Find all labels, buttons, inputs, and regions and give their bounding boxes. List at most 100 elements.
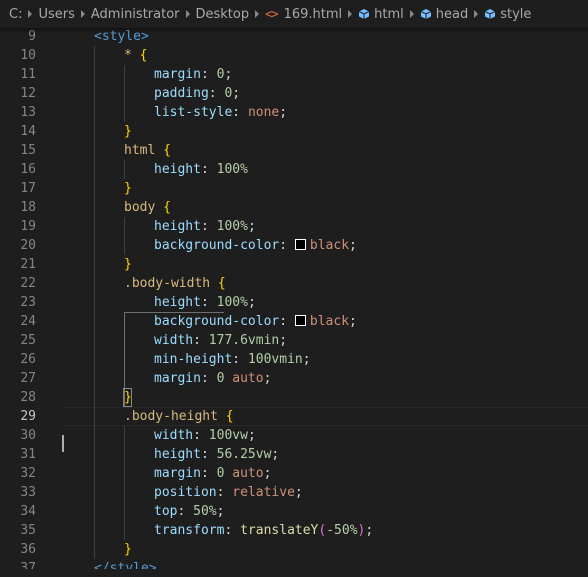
- breadcrumb-item-head[interactable]: head: [420, 7, 468, 22]
- token-txt: ;: [224, 67, 233, 82]
- code-line[interactable]: 33 position: relative;: [0, 483, 588, 502]
- token-prop: position: [154, 485, 217, 500]
- breadcrumb-label: 169.html: [283, 6, 343, 22]
- line-number: 14: [20, 124, 36, 139]
- token-txt: ;: [349, 314, 357, 329]
- code-line[interactable]: 36}: [0, 540, 588, 559]
- token-kw: relative: [232, 485, 295, 500]
- line-number: 26: [20, 352, 36, 367]
- code-line[interactable]: 12 padding: 0;: [0, 84, 588, 103]
- token-txt: :: [232, 105, 248, 120]
- token-brace: {: [163, 200, 171, 215]
- token-brace: }: [124, 124, 132, 139]
- code-text: transform: translateY(-50%);: [154, 521, 373, 540]
- token-prop: background-color: [154, 314, 280, 329]
- breadcrumb-item-html[interactable]: html: [358, 7, 404, 22]
- token-num: 100%: [216, 295, 248, 310]
- token-prop: height: [154, 162, 201, 177]
- code-text: margin: 0;: [154, 65, 232, 84]
- breadcrumb-label: Users: [38, 6, 75, 22]
- breadcrumb-item-users[interactable]: Users: [38, 7, 74, 22]
- code-text: list-style: none;: [154, 103, 287, 122]
- code-line[interactable]: 16 height: 100%: [0, 160, 588, 179]
- breadcrumb-item-style[interactable]: style: [484, 7, 531, 22]
- code-text: position: relative;: [154, 483, 303, 502]
- code-line[interactable]: 29 .body-height {: [0, 407, 588, 426]
- line-number: 15: [20, 143, 36, 158]
- code-editor-window: C: Users Administrator Desktop <> 169.ht…: [0, 0, 588, 577]
- code-line[interactable]: 21}: [0, 255, 588, 274]
- code-text: body {: [124, 198, 171, 217]
- code-line[interactable]: 11 margin: 0;: [0, 65, 588, 84]
- token-prop: background-color: [154, 238, 280, 253]
- token-txt: ;: [302, 352, 311, 367]
- code-line[interactable]: 18 body {: [0, 198, 588, 217]
- horizontal-scrollbar[interactable]: [0, 569, 588, 577]
- code-text: html {: [124, 141, 171, 160]
- code-line[interactable]: 28}: [0, 388, 588, 407]
- breadcrumb-item-administrator[interactable]: Administrator: [91, 7, 180, 22]
- code-line[interactable]: 19 height: 100%;: [0, 217, 588, 236]
- code-editor[interactable]: 9 <style> 10 * {11 margin: 0; 12 padding: 0; 13…: [0, 27, 588, 577]
- code-line[interactable]: 10 * {: [0, 46, 588, 65]
- token-sel: html: [124, 143, 164, 158]
- token-prop: height: [154, 295, 201, 310]
- code-line[interactable]: 20 background-color: black;: [0, 236, 588, 255]
- token-num: 100vmin: [247, 352, 303, 367]
- token-num: 56.25vw: [216, 447, 272, 462]
- token-txt: :: [208, 86, 225, 101]
- code-line[interactable]: 22 .body-width {: [0, 274, 588, 293]
- token-sel: *: [124, 48, 140, 63]
- token-txt: :: [200, 219, 217, 234]
- color-swatch-icon[interactable]: [294, 239, 306, 250]
- chevron-right-icon: [28, 10, 33, 18]
- token-kw: none: [247, 105, 280, 120]
- token-txt: ;: [271, 447, 280, 462]
- line-number: 31: [20, 447, 36, 462]
- breadcrumb: C: Users Administrator Desktop <> 169.ht…: [0, 0, 588, 28]
- code-line[interactable]: 25 width: 177.6vmin;: [0, 331, 588, 350]
- token-kw: black: [309, 314, 350, 329]
- text-cursor: [62, 435, 64, 452]
- line-number: 22: [20, 276, 36, 291]
- code-line[interactable]: 31 height: 56.25vw;: [0, 445, 588, 464]
- code-line[interactable]: 17}: [0, 179, 588, 198]
- token-num: 177.6vmin: [208, 333, 280, 348]
- breadcrumb-item-file[interactable]: <> 169.html: [265, 7, 342, 22]
- code-line[interactable]: 23 height: 100%;: [0, 293, 588, 312]
- token-txt: :: [200, 466, 217, 481]
- token-sel: .body-width: [124, 276, 218, 291]
- line-number: 25: [20, 333, 36, 348]
- code-text: width: 177.6vmin;: [154, 331, 287, 350]
- code-line[interactable]: 14}: [0, 122, 588, 141]
- token-prop: padding: [154, 86, 209, 101]
- code-line[interactable]: 32 margin: 0 auto;: [0, 464, 588, 483]
- code-text: }: [124, 122, 132, 141]
- code-line[interactable]: 30 width: 100vw;: [0, 426, 588, 445]
- code-line[interactable]: 34 top: 50%;: [0, 502, 588, 521]
- code-line[interactable]: 24 background-color: black;: [0, 312, 588, 331]
- code-line[interactable]: 13 list-style: none;: [0, 103, 588, 122]
- code-text: height: 56.25vw;: [154, 445, 279, 464]
- code-line[interactable]: 26 min-height: 100vmin;: [0, 350, 588, 369]
- color-swatch-icon[interactable]: [294, 315, 306, 326]
- token-prop: margin: [154, 371, 201, 386]
- html-file-icon: <>: [265, 7, 278, 21]
- token-txt: ;: [247, 219, 256, 234]
- token-txt: :: [193, 428, 209, 443]
- breadcrumb-item-desktop[interactable]: Desktop: [196, 7, 250, 22]
- cube-symbol-icon: [358, 9, 370, 19]
- chevron-right-icon: [474, 10, 479, 18]
- breadcrumb-item-drive[interactable]: C:: [9, 7, 22, 22]
- line-number: 28: [20, 390, 36, 405]
- token-txt: :: [177, 504, 194, 519]
- token-brace: }: [124, 181, 132, 196]
- code-text: .body-width {: [124, 274, 226, 293]
- code-line[interactable]: 9 <style>: [0, 27, 588, 46]
- token-num: 100%: [216, 162, 248, 177]
- code-line[interactable]: 15 html {: [0, 141, 588, 160]
- token-brace: {: [225, 409, 234, 424]
- code-line[interactable]: 35 transform: translateY(-50%);: [0, 521, 588, 540]
- token-txt: ;: [279, 333, 288, 348]
- code-line[interactable]: 27 margin: 0 auto;: [0, 369, 588, 388]
